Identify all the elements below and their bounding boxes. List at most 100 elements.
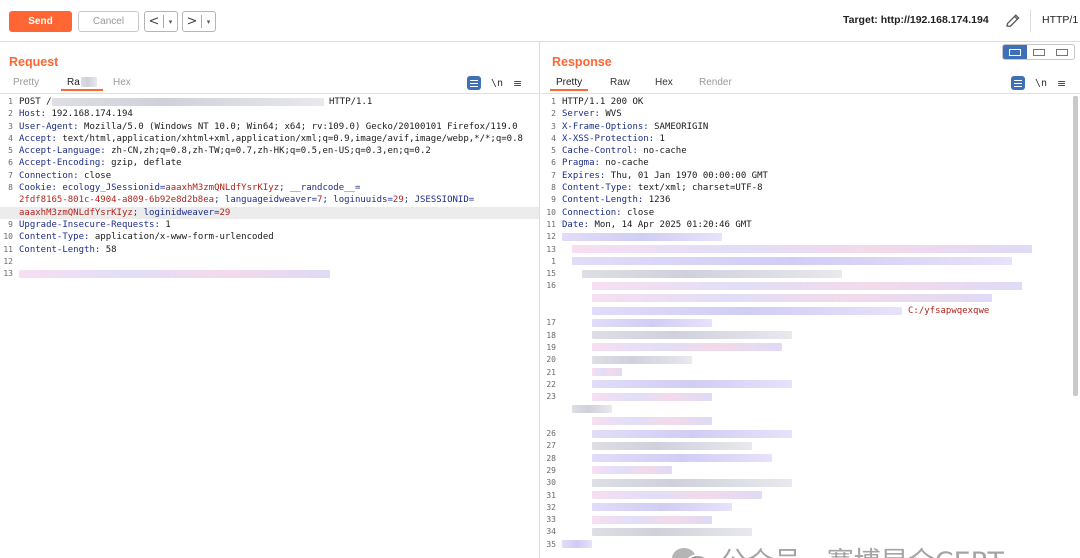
http-version-label[interactable]: HTTP/1 [1042, 14, 1078, 26]
code-line: 23 [541, 391, 1080, 403]
header-value: no-cache [599, 158, 649, 169]
cancel-button[interactable]: Cancel [78, 11, 139, 32]
header-line: Accept-Encoding: gzip, deflate [19, 157, 182, 169]
header-value: SAMEORIGIN [648, 121, 709, 132]
vertical-scrollbar[interactable] [1073, 96, 1078, 396]
body-content [562, 268, 842, 280]
header-key: Date: [562, 219, 590, 230]
redaction-blur [592, 331, 792, 340]
header-key: Host: [19, 109, 47, 120]
code-line: 32 [541, 502, 1080, 514]
code-line: C:/yfsapwqexqwe [541, 305, 1080, 317]
line-number: 7 [551, 170, 556, 180]
body-content [562, 514, 712, 526]
line-number: 21 [546, 367, 556, 377]
redaction-blur [592, 294, 992, 303]
header-key: Connection: [562, 207, 622, 218]
history-forward-group[interactable]: > ▾ [182, 11, 216, 32]
single-pane-icon[interactable] [1050, 45, 1074, 59]
code-line: 7 Expires: Thu, 01 Jan 1970 00:00:00 GMT [541, 170, 1080, 182]
header-value: WVS [599, 109, 622, 120]
code-line: 4 Accept: text/html,application/xhtml+xml… [0, 133, 539, 145]
body-content [562, 477, 792, 489]
cookie-value: 29 [219, 207, 231, 218]
header-line: Content-Length: 58 [19, 244, 117, 256]
body-content: C:/yfsapwqexqwe [562, 305, 989, 317]
chevron-down-icon[interactable]: ▾ [164, 18, 177, 26]
request-editor[interactable]: 1 POST / HTTP/1.1 2 Host: 192.168.174.194… [0, 96, 539, 558]
code-line: 10 Connection: close [541, 207, 1080, 219]
code-line: 31 [541, 490, 1080, 502]
redaction-blur [592, 306, 902, 315]
history-back-group[interactable]: < ▾ [144, 11, 178, 32]
line-number: 3 [8, 121, 13, 131]
line-number: 4 [551, 133, 556, 143]
line-number: 32 [546, 502, 556, 512]
http-protocol: HTTP/1.1 [328, 97, 373, 107]
code-line [541, 416, 1080, 428]
line-number: 33 [546, 515, 556, 525]
code-line-wrap: 2fdf8165-801c-4904-a809-6b92e8d2b8ea; la… [0, 194, 539, 206]
line-number: 13 [546, 244, 556, 254]
tab-pretty[interactable]: Pretty [550, 77, 589, 91]
wrap-lines-icon[interactable] [467, 76, 481, 90]
code-line: 22 [541, 379, 1080, 391]
tab-hex[interactable]: Hex [113, 77, 131, 88]
code-line: 13 [541, 244, 1080, 256]
header-line: Server: WVS [562, 108, 622, 120]
line-number: 10 [546, 207, 556, 217]
response-editor[interactable]: 1 HTTP/1.1 200 OK 2 Server: WVS 3 X-Frame-O… [541, 96, 1080, 558]
header-line: Content-Type: application/x-www-form-url… [19, 231, 274, 243]
tab-pretty[interactable]: Pretty [13, 77, 39, 88]
send-button[interactable]: Send [9, 11, 72, 32]
tab-raw[interactable]: Ra [61, 77, 103, 91]
tab-hex[interactable]: Hex [655, 77, 673, 88]
line-number: 1 [551, 97, 556, 106]
redaction-blur [572, 245, 1032, 254]
header-value: 1 [159, 219, 171, 230]
code-line: 11 Date: Mon, 14 Apr 2025 01:20:46 GMT [541, 219, 1080, 231]
header-value: no-cache [637, 146, 687, 157]
redaction-blur [592, 343, 782, 352]
line-number: 1 [551, 256, 556, 266]
response-body: 12 13 1 15 16 C:/yfsapwqexqwe 17 18 19 20 21 22 23 26… [541, 231, 1080, 551]
header-line: Upgrade-Insecure-Requests: 1 [19, 219, 171, 231]
path-value: C:/yfsapwqexqwe [908, 306, 990, 317]
header-value: Thu, 01 Jan 1970 00:00:00 GMT [605, 170, 768, 181]
wrap-lines-icon[interactable] [1011, 76, 1025, 90]
menu-icon[interactable]: ≡ [1057, 77, 1066, 90]
chevron-down-icon[interactable]: ▾ [202, 18, 215, 26]
forward-arrow-icon[interactable]: > [183, 14, 201, 29]
line-number: 5 [551, 146, 556, 156]
redaction-blur [592, 318, 712, 327]
layout-toggle[interactable] [1002, 44, 1075, 60]
back-arrow-icon[interactable]: < [145, 14, 163, 29]
code-line: 2 Host: 192.168.174.194 [0, 108, 539, 120]
newline-toggle[interactable]: \n [1035, 78, 1047, 89]
newline-toggle[interactable]: \n [491, 78, 503, 89]
pencil-icon[interactable] [1004, 12, 1022, 30]
body-content [562, 526, 752, 538]
code-line: 21 [541, 367, 1080, 379]
header-value: 1 [654, 133, 665, 144]
split-rows-icon[interactable] [1027, 45, 1051, 59]
line-number: 13 [3, 269, 13, 279]
redaction-blur [592, 527, 752, 536]
line-number: 31 [546, 490, 556, 500]
body-content [562, 256, 1012, 268]
split-columns-icon[interactable] [1003, 45, 1027, 59]
code-line: 16 [541, 280, 1080, 292]
line-number: 6 [8, 158, 13, 168]
menu-icon[interactable]: ≡ [513, 77, 522, 90]
tab-render[interactable]: Render [699, 77, 732, 88]
tab-raw[interactable]: Raw [610, 77, 630, 88]
header-key: Content-Length: [19, 244, 101, 255]
header-value: gzip, deflate [105, 158, 182, 169]
status-line: HTTP/1.1 200 OK [562, 97, 644, 107]
cookie-name: ; loginidweaver= [132, 207, 220, 218]
header-line: Expires: Thu, 01 Jan 1970 00:00:00 GMT [562, 170, 768, 182]
code-line: 17 [541, 317, 1080, 329]
redaction-blur [80, 77, 97, 88]
header-key: Content-Type: [562, 183, 633, 194]
cookie-name: ; __randcode__= [279, 183, 361, 194]
